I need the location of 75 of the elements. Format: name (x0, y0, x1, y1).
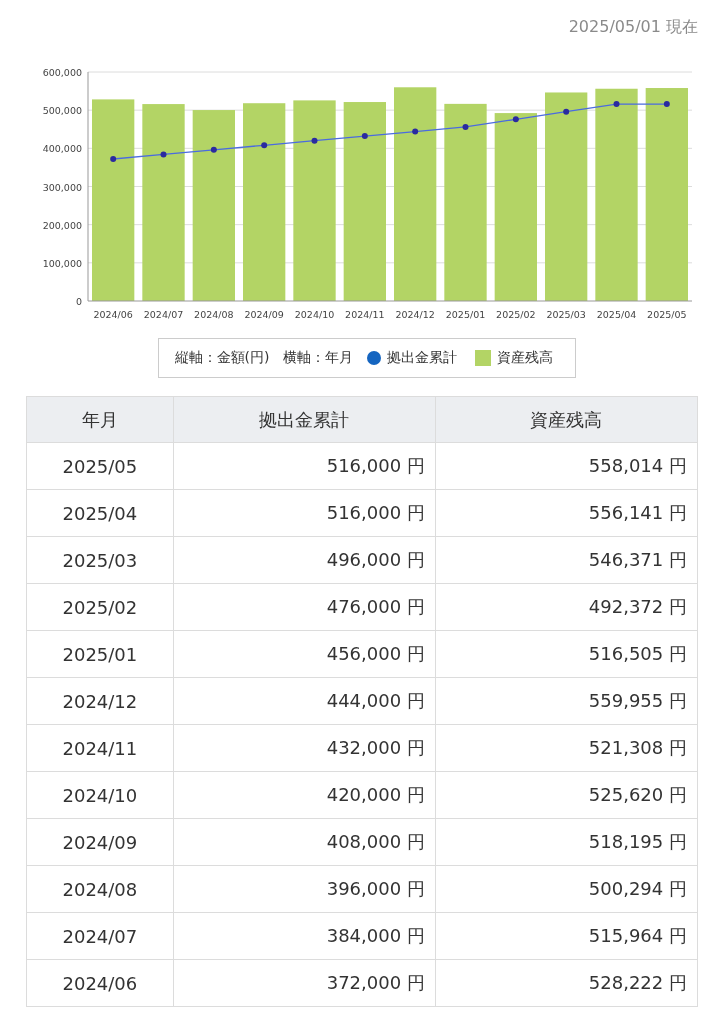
table-cell: 2025/04 (26, 489, 174, 537)
as-of-date: 2025/05/01 現在 (568, 17, 698, 38)
data-point (663, 101, 670, 108)
y-tick-label: 0 (75, 296, 82, 307)
x-tick-label: 2024/11 (345, 309, 385, 320)
data-point (160, 151, 167, 158)
data-point (261, 142, 268, 149)
table-cell: 2024/08 (26, 865, 174, 913)
y-tick-label: 100,000 (42, 257, 82, 269)
table-cell: 444,000 円 (173, 677, 436, 725)
table-cell: 408,000 円 (173, 818, 436, 866)
legend-note: 横軸：年月 (283, 349, 354, 367)
table-cell: 2025/05 (26, 442, 174, 490)
table-cell: 396,000 円 (173, 865, 436, 913)
x-tick-label: 2024/12 (395, 309, 435, 320)
y-tick-label: 600,000 (42, 67, 82, 78)
data-point (512, 116, 519, 123)
y-tick-label: 200,000 (42, 219, 82, 231)
data-point (361, 133, 368, 140)
table-cell: 558,014 円 (435, 442, 698, 490)
table-cell: 492,372 円 (435, 583, 698, 631)
legend-label: 資産残高 (497, 349, 554, 367)
table-cell: 2025/02 (26, 583, 174, 631)
y-tick-label: 500,000 (42, 105, 82, 117)
table-cell: 546,371 円 (435, 536, 698, 584)
table-cell: 2025/03 (26, 536, 174, 584)
x-tick-label: 2024/06 (93, 309, 133, 320)
x-tick-label: 2025/04 (596, 309, 637, 320)
table-cell: 525,620 円 (435, 771, 698, 819)
legend-label: 拠出金累計 (387, 349, 458, 367)
table-cell: 516,000 円 (173, 489, 436, 537)
x-tick-label: 2024/08 (194, 309, 234, 320)
data-point (462, 123, 469, 130)
x-tick-label: 2024/10 (294, 309, 335, 320)
table-cell: 515,964 円 (435, 912, 698, 960)
data-point (412, 128, 419, 135)
data-point (613, 101, 620, 108)
x-tick-label: 2024/07 (143, 309, 184, 320)
table-cell: 420,000 円 (173, 771, 436, 819)
table-cell: 521,308 円 (435, 724, 698, 772)
table-cell: 516,000 円 (173, 442, 436, 490)
table-cell: 2024/12 (26, 677, 174, 725)
table-cell: 2024/11 (26, 724, 174, 772)
data-point (563, 108, 570, 115)
column-header: 拠出金累計 (173, 396, 436, 443)
data-point (210, 146, 217, 153)
table-cell: 2025/01 (26, 630, 174, 678)
table-cell: 2024/10 (26, 771, 174, 819)
table-cell: 500,294 円 (435, 865, 698, 913)
table-cell: 496,000 円 (173, 536, 436, 584)
table-cell: 556,141 円 (435, 489, 698, 537)
table-cell: 518,195 円 (435, 818, 698, 866)
x-tick-label: 2025/02 (496, 309, 536, 320)
x-tick-label: 2025/05 (647, 309, 687, 320)
table-cell: 432,000 円 (173, 724, 436, 772)
column-header: 資産残高 (435, 396, 698, 443)
x-tick-label: 2025/03 (546, 309, 586, 320)
table-cell: 456,000 円 (173, 630, 436, 678)
column-header: 年月 (26, 396, 174, 443)
table-cell: 2024/06 (26, 959, 174, 1007)
table-cell: 476,000 円 (173, 583, 436, 631)
data-point (110, 156, 117, 162)
y-tick-label: 400,000 (42, 143, 82, 155)
x-tick-label: 2025/01 (445, 309, 486, 320)
table-cell: 2024/09 (26, 818, 174, 866)
x-tick-label: 2024/09 (244, 309, 284, 320)
table-cell: 516,505 円 (435, 630, 698, 678)
table-cell: 384,000 円 (173, 912, 436, 960)
table-cell: 2024/07 (26, 912, 174, 960)
table-cell: 528,222 円 (435, 959, 698, 1007)
table-cell: 372,000 円 (173, 959, 436, 1007)
data-point (311, 137, 318, 144)
legend-note: 縦軸：金額(円) (174, 349, 270, 367)
y-tick-label: 300,000 (42, 181, 82, 193)
table-cell: 559,955 円 (435, 677, 698, 725)
